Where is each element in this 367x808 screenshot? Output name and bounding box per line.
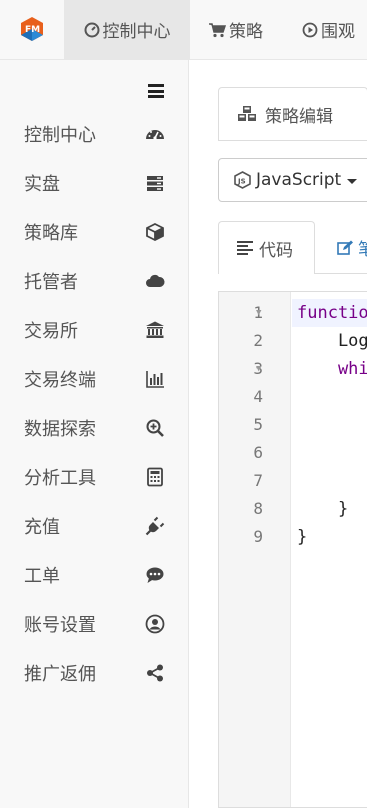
bank-icon	[146, 321, 164, 338]
language-select[interactable]: JS JavaScript	[218, 158, 367, 202]
sidebar-item-exchange[interactable]: 交易所	[0, 305, 189, 354]
line-number: 1 ▼	[219, 299, 291, 327]
nav-watch[interactable]: 围观	[302, 0, 355, 59]
sidebar-item-ticket[interactable]: 工单	[0, 550, 189, 599]
line-number: 6	[253, 443, 263, 462]
sidebar-item-label: 工单	[24, 565, 60, 587]
sidebar-item-label: 推广返佣	[24, 663, 96, 685]
server-icon	[147, 175, 163, 191]
sidebar-item-label: 托管者	[24, 271, 78, 293]
tab-divider	[315, 273, 367, 274]
comment-icon	[146, 567, 164, 583]
menu-toggle-icon[interactable]	[148, 84, 164, 98]
cart-icon	[209, 22, 226, 37]
sidebar-item-strategy-library[interactable]: 策略库	[0, 207, 189, 256]
edit-icon	[337, 240, 353, 255]
calculator-icon	[147, 467, 163, 486]
code-editor[interactable]: 1▼ 2 3▼ 4 5 6 7 8 9 function Log whi } }	[218, 291, 367, 808]
line-number: 8	[253, 499, 263, 518]
sidebar-item-analysis-tools[interactable]: 分析工具	[0, 452, 189, 501]
nodejs-icon: JS	[234, 171, 251, 189]
sidebar-item-label: 数据探索	[24, 418, 96, 440]
tab-label: 笔	[358, 240, 367, 260]
play-circle-icon	[302, 22, 318, 37]
cubes-icon	[238, 106, 256, 121]
language-select-value: JavaScript	[256, 170, 342, 190]
sidebar-item-account-settings[interactable]: 账号设置	[0, 599, 189, 648]
sidebar-item-label: 分析工具	[24, 467, 96, 489]
nav-label: 围观	[321, 22, 355, 42]
line-number: 3 ▼	[219, 355, 291, 383]
tab-strategy-edit[interactable]: 策略编辑	[218, 87, 367, 140]
sidebar-item-label: 交易终端	[24, 369, 96, 391]
sidebar-item-label: 控制中心	[24, 124, 96, 146]
align-left-icon	[237, 241, 253, 255]
tab-label: 策略编辑	[265, 106, 333, 127]
sidebar-item-label: 充值	[24, 516, 60, 538]
code-area[interactable]: function Log whi } }	[292, 292, 367, 807]
fold-arrow-icon: ▼	[256, 364, 262, 374]
plug-icon	[145, 516, 165, 535]
code-line: }	[297, 499, 349, 519]
sidebar-item-live[interactable]: 实盘	[0, 158, 189, 207]
tab-label: 代码	[259, 240, 293, 261]
tab-divider	[218, 140, 367, 141]
sidebar-item-referral[interactable]: 推广返佣	[0, 648, 189, 697]
nav-label: 控制中心	[102, 22, 171, 42]
line-number: 5	[253, 415, 263, 434]
sidebar-item-recharge[interactable]: 充值	[0, 501, 189, 550]
top-navbar: FM 控制中心 策略 围观	[0, 0, 367, 60]
editor-gutter: 1 ▼ 2 3 ▼ 4 5 6 7 8 9	[219, 292, 291, 807]
bar-chart-icon	[146, 370, 164, 388]
share-icon	[147, 664, 163, 681]
cloud-icon	[146, 274, 165, 287]
sidebar-item-trading-terminal[interactable]: 交易终端	[0, 354, 189, 403]
sidebar-item-label: 交易所	[24, 320, 78, 342]
code-line: }	[297, 527, 308, 547]
line-number: 4	[253, 387, 263, 406]
line-number: 9	[253, 527, 263, 546]
sidebar-item-custodian[interactable]: 托管者	[0, 256, 189, 305]
cube-icon	[146, 222, 164, 241]
svg-text:JS: JS	[237, 178, 246, 186]
user-circle-icon	[145, 614, 165, 633]
sidebar-item-label: 实盘	[24, 173, 60, 195]
line-number: 7	[253, 471, 263, 490]
main-content: 策略编辑 JS JavaScript 代码 笔 1▼ 2 3▼ 4 5 6	[190, 60, 367, 808]
caret-down-icon	[347, 178, 358, 184]
sidebar-item-label: 策略库	[24, 222, 78, 244]
fold-arrow-icon: ▼	[256, 308, 262, 318]
nav-label: 策略	[229, 22, 263, 42]
logo[interactable]: FM	[19, 16, 45, 42]
line-number: 2	[253, 331, 263, 350]
gauge-icon	[84, 22, 99, 37]
tab-edit[interactable]: 笔	[337, 221, 367, 274]
code-line: whi	[297, 359, 367, 379]
sidebar: 控制中心 实盘 策略库 托管者 交易所 交易终端 数据探索 分析工具 充值 工单…	[0, 60, 189, 808]
sidebar-item-data-explore[interactable]: 数据探索	[0, 403, 189, 452]
nav-strategy[interactable]: 策略	[208, 0, 263, 59]
nav-control-center[interactable]: 控制中心	[64, 0, 190, 59]
tab-code[interactable]: 代码	[218, 221, 315, 274]
sidebar-item-control-center[interactable]: 控制中心	[0, 109, 189, 158]
search-plus-icon	[146, 419, 164, 437]
svg-text:FM: FM	[25, 25, 40, 35]
code-line: Log	[297, 331, 367, 351]
code-line: function	[297, 303, 367, 323]
dashboard-icon	[146, 129, 164, 140]
sidebar-item-label: 账号设置	[24, 614, 96, 636]
